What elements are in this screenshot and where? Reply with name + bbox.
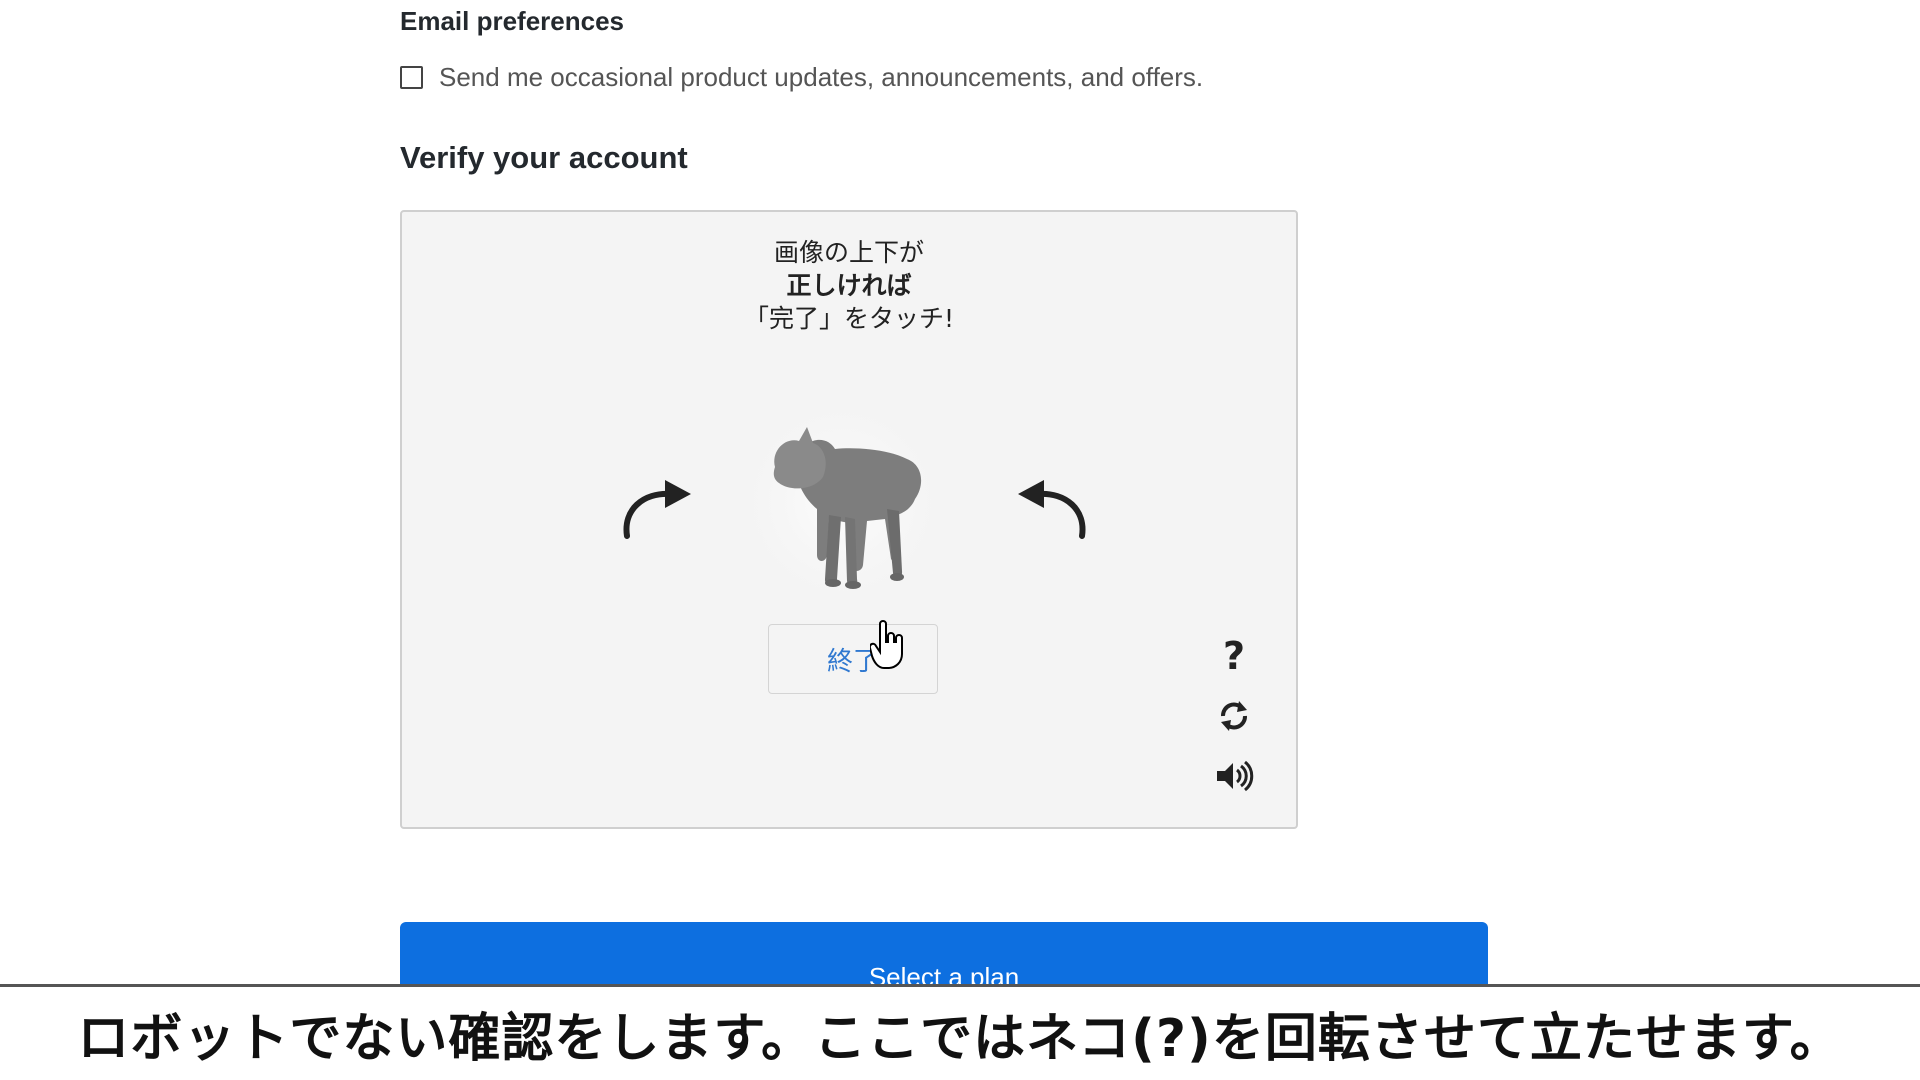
captcha-instruction-line3: 「完了」をタッチ! <box>743 304 955 333</box>
verify-account-heading: Verify your account <box>400 140 688 175</box>
captcha-instruction-line1: 画像の上下が <box>773 238 924 267</box>
email-updates-label[interactable]: Send me occasional product updates, anno… <box>439 62 1203 93</box>
refresh-icon[interactable] <box>1210 692 1258 740</box>
captcha-panel: 画像の上下が 正しければ 「完了」をタッチ! 終了 ? <box>400 210 1298 829</box>
help-icon[interactable]: ? <box>1210 632 1258 680</box>
email-preferences-row: Send me occasional product updates, anno… <box>400 62 1203 93</box>
captcha-instructions: 画像の上下が 正しければ 「完了」をタッチ! <box>402 236 1296 335</box>
email-updates-checkbox[interactable] <box>400 66 423 89</box>
captcha-side-controls: ? <box>1210 632 1258 812</box>
video-caption-bar: ロボットでない確認をします。ここではネコ(?)を回転させて立たせます。 <box>0 984 1920 1080</box>
email-preferences-heading: Email preferences <box>400 6 625 36</box>
signup-page: Email preferences Send me occasional pro… <box>0 0 1920 1080</box>
cat-figure-image <box>737 397 947 607</box>
speaker-icon[interactable] <box>1210 752 1258 800</box>
rotate-right-arrow-icon[interactable] <box>1012 474 1092 544</box>
captcha-instruction-line2: 正しければ <box>786 271 912 300</box>
select-plan-button[interactable]: Select a plan <box>400 922 1488 992</box>
rotate-left-arrow-icon[interactable] <box>617 474 697 544</box>
video-caption-text: ロボットでない確認をします。ここではネコ(?)を回転させて立たせます。 <box>77 1009 1843 1069</box>
captcha-done-button[interactable]: 終了 <box>768 624 938 694</box>
